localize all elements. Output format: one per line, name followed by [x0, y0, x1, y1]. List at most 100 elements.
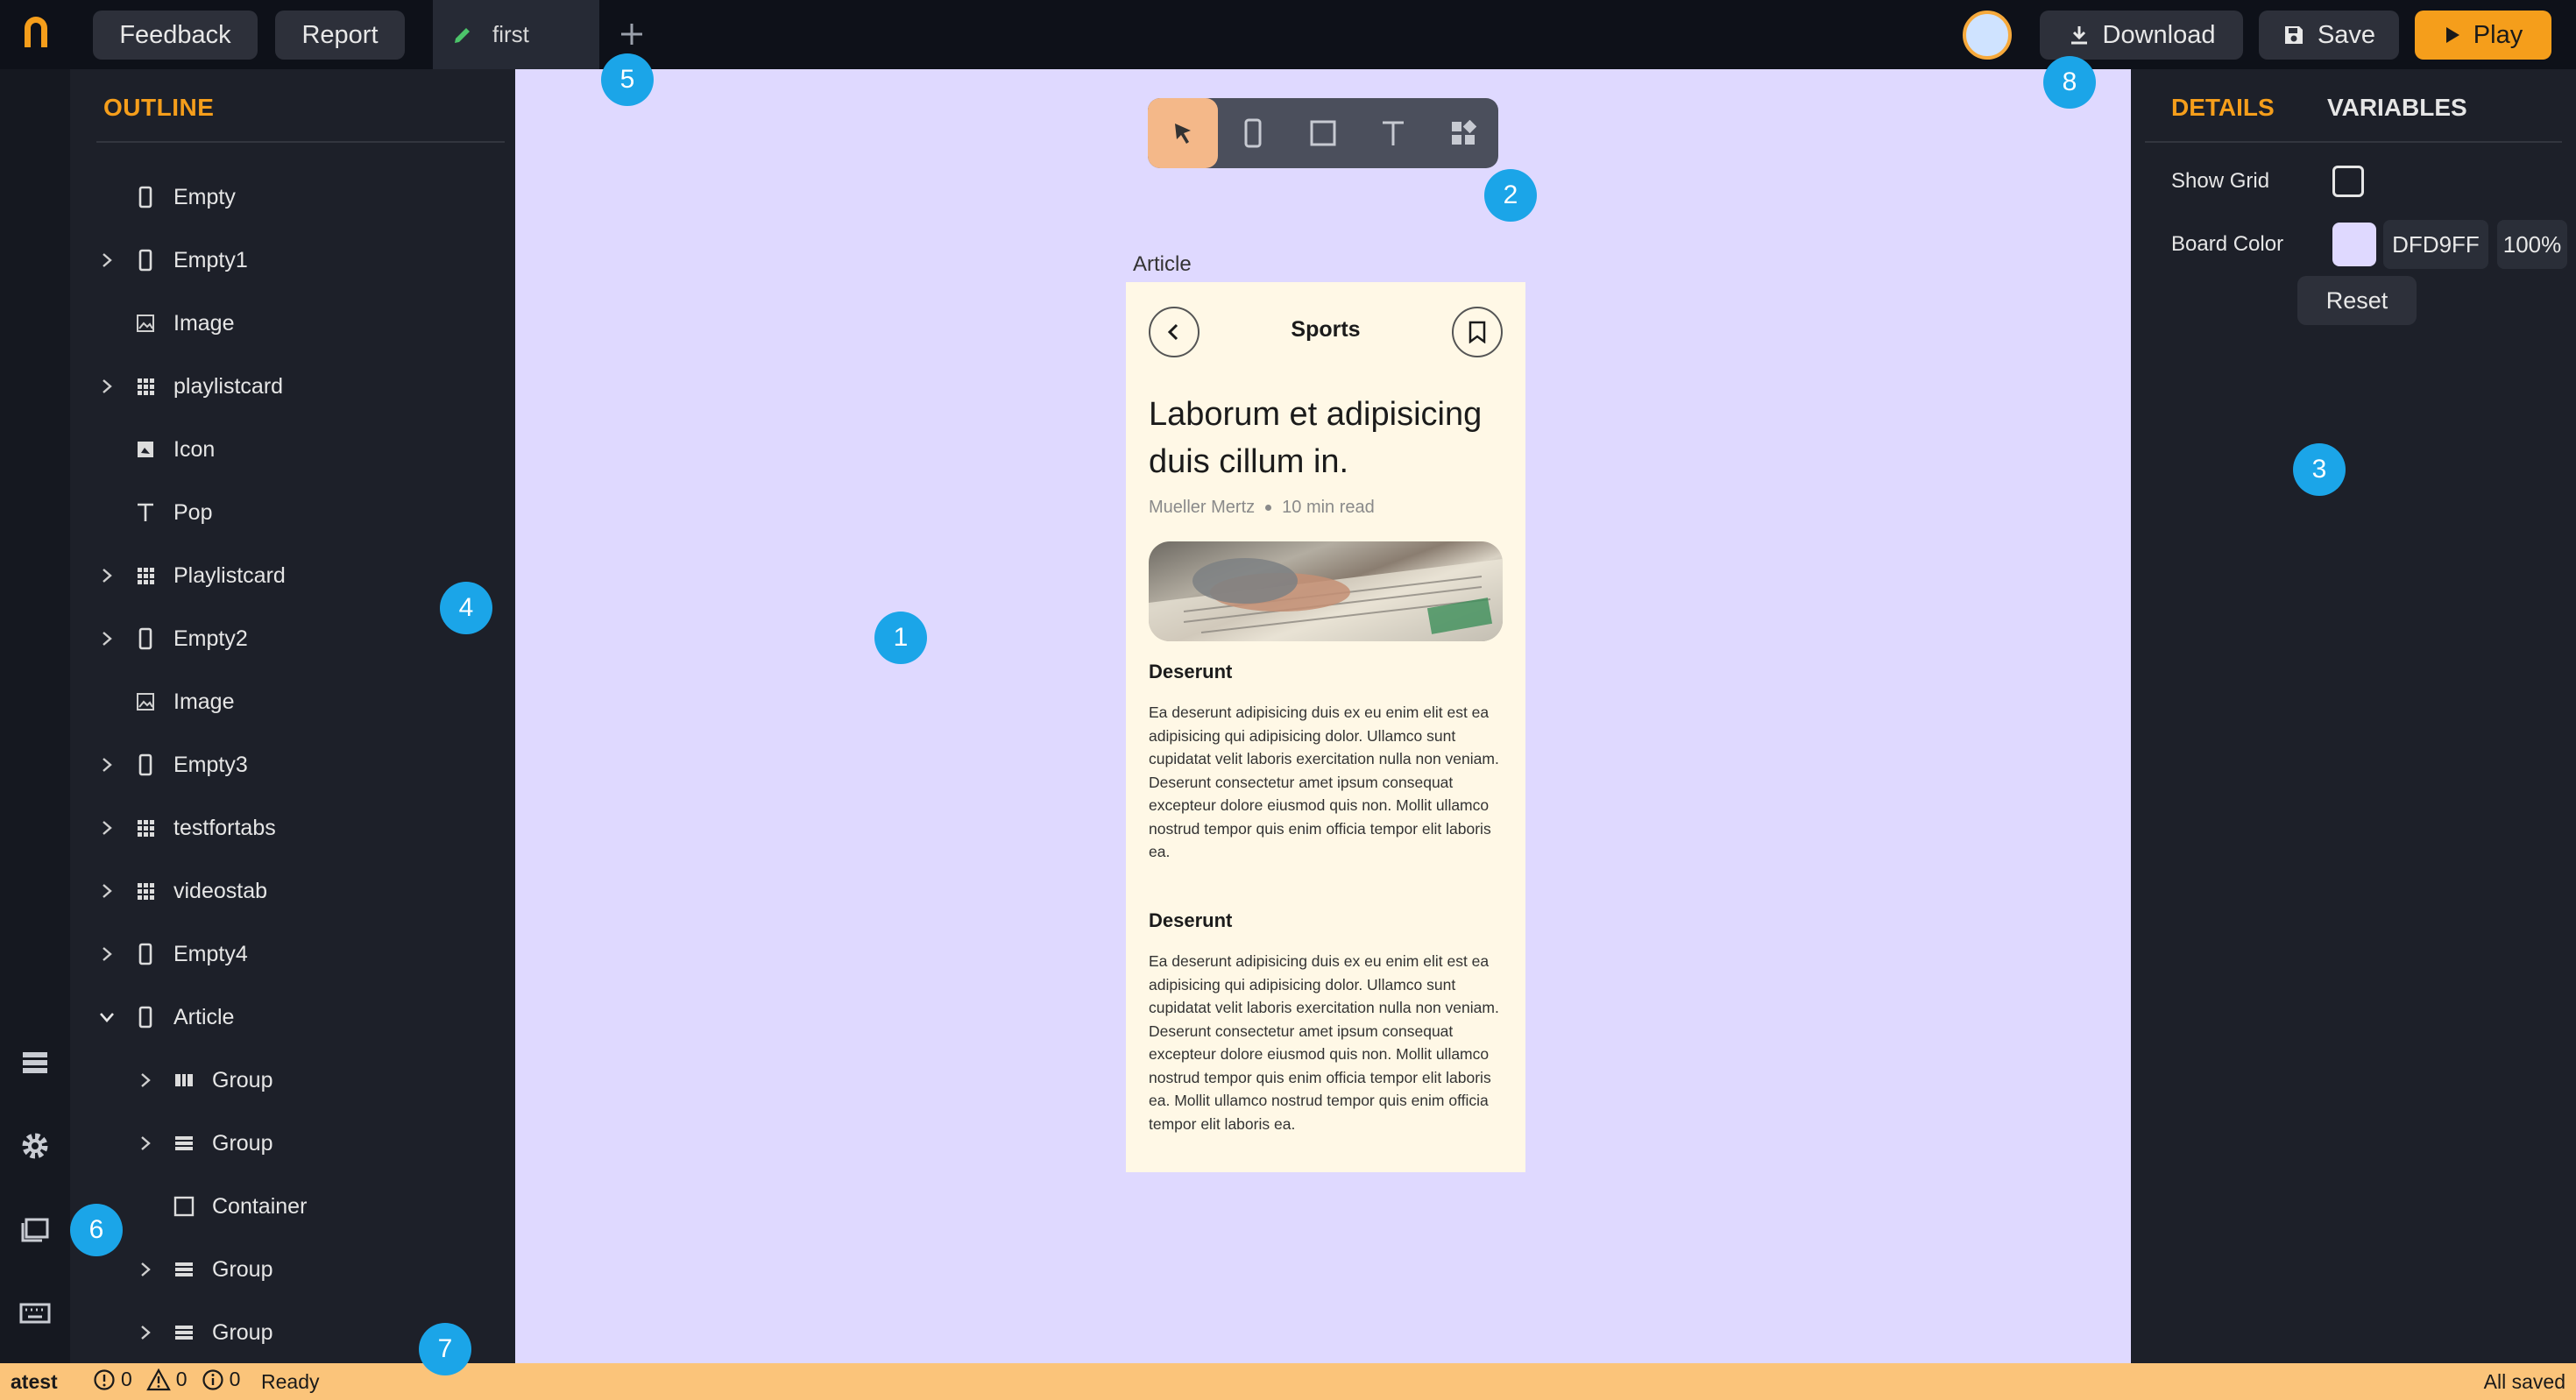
details-divider [2145, 141, 2562, 143]
rows-icon [165, 1301, 203, 1363]
tab-details[interactable]: DETAILS [2171, 94, 2275, 122]
text-tool[interactable] [1358, 98, 1428, 168]
play-button[interactable]: Play [2415, 11, 2551, 60]
marker-3: 3 [2293, 443, 2346, 496]
chevron-right-icon[interactable] [126, 1301, 165, 1363]
marker-6: 6 [70, 1204, 123, 1256]
warning-icon [145, 1368, 171, 1390]
outline-item-icon[interactable]: Icon [88, 418, 215, 481]
newspapers-photo [1149, 558, 1503, 641]
phone-tool[interactable] [1218, 98, 1288, 168]
gear-icon[interactable] [18, 1128, 53, 1163]
outline-item-label: Empty4 [173, 941, 248, 966]
chevron-right-icon[interactable] [126, 1049, 165, 1112]
chevron-right-icon[interactable] [88, 859, 126, 923]
select-tool[interactable] [1148, 98, 1218, 168]
error-icon [94, 1368, 115, 1390]
save-button[interactable]: Save [2259, 11, 2399, 60]
article-artboard[interactable]: Sports Laborum et adipisicing duis cillu… [1126, 282, 1525, 1172]
bookmark-button[interactable] [1452, 307, 1503, 357]
app-logo-icon[interactable] [18, 14, 54, 51]
chevron-right-icon[interactable] [88, 544, 126, 607]
outline-item-image[interactable]: Image [88, 670, 234, 733]
layers-icon[interactable] [18, 1045, 53, 1080]
reset-button[interactable]: Reset [2297, 276, 2417, 325]
chevron-placeholder [88, 166, 126, 229]
tab-first[interactable]: first [433, 0, 599, 69]
chevron-right-icon[interactable] [88, 607, 126, 670]
cursor-icon [1175, 124, 1191, 144]
outline-item-playlistcard[interactable]: Playlistcard [88, 544, 286, 607]
outline-item-empty1[interactable]: Empty1 [88, 229, 248, 292]
article-read-time: 10 min read [1282, 498, 1375, 517]
chevron-right-icon[interactable] [88, 229, 126, 292]
outline-item-image[interactable]: Image [88, 292, 234, 355]
image-icon [126, 292, 165, 355]
warning-count: 0 [175, 1368, 188, 1390]
keyboard-icon[interactable] [18, 1296, 53, 1331]
outline-item-empty[interactable]: Empty [88, 166, 236, 229]
chevron-right-icon[interactable] [88, 355, 126, 418]
chevron-down-icon[interactable] [88, 986, 126, 1049]
board-color-hex-field[interactable]: DFD9FF [2383, 220, 2488, 269]
outline-divider [96, 141, 505, 143]
problem-counts[interactable]: 0 0 0 [93, 1368, 249, 1391]
tab-variables[interactable]: VARIABLES [2327, 94, 2467, 122]
rows-icon [165, 1112, 203, 1175]
canvas-toolbar [1148, 98, 1498, 168]
outline-item-label: Icon [173, 436, 216, 462]
chevron-placeholder [88, 481, 126, 544]
chevron-right-icon[interactable] [126, 1238, 165, 1301]
details-panel: DETAILS VARIABLES Show Grid Board Color … [2131, 69, 2576, 1363]
outline-item-label: Container [212, 1193, 308, 1219]
widgets-tool[interactable] [1428, 98, 1498, 168]
article-title: Laborum et adipisicing duis cillum in. [1149, 396, 1483, 480]
marker-5: 5 [601, 53, 654, 106]
chevron-right-icon[interactable] [126, 1112, 165, 1175]
marker-7: 7 [419, 1323, 471, 1375]
phone-icon [126, 166, 165, 229]
marker-2: 2 [1484, 169, 1537, 222]
phone-icon [1244, 118, 1262, 148]
section-heading-1: Deserunt [1149, 661, 1233, 682]
outline-item-empty4[interactable]: Empty4 [88, 923, 248, 986]
article-image [1149, 541, 1503, 641]
phone-icon [126, 986, 165, 1049]
outline-item-group[interactable]: Group [126, 1049, 272, 1112]
chevron-right-icon[interactable] [88, 733, 126, 796]
outline-item-container[interactable]: Container [126, 1175, 307, 1238]
outline-item-testfortabs[interactable]: testfortabs [88, 796, 276, 859]
save-label: Save [2317, 20, 2376, 49]
outline-item-group[interactable]: Group [126, 1238, 272, 1301]
board-color-opacity-field[interactable]: 100% [2497, 220, 2567, 269]
chevron-placeholder [88, 670, 126, 733]
outline-item-empty2[interactable]: Empty2 [88, 607, 248, 670]
outline-item-article[interactable]: Article [88, 986, 234, 1049]
outline-item-label: Playlistcard [173, 562, 286, 588]
status-bar: atest 0 0 0 Ready All saved [0, 1363, 2576, 1400]
chevron-right-icon[interactable] [88, 796, 126, 859]
section-body-1: Ea deserunt adipisicing duis ex eu enim … [1149, 704, 1499, 860]
outline-item-label: Empty1 [173, 247, 248, 272]
chevron-right-icon[interactable] [88, 923, 126, 986]
folders-icon[interactable] [18, 1213, 53, 1248]
play-icon [2445, 27, 2459, 43]
container-tool[interactable] [1288, 98, 1358, 168]
feedback-button[interactable]: Feedback [93, 11, 258, 60]
board-color-swatch[interactable] [2332, 223, 2376, 266]
outline-item-pop[interactable]: Pop [88, 481, 212, 544]
show-grid-checkbox[interactable] [2332, 166, 2364, 197]
outline-item-videostab[interactable]: videostab [88, 859, 267, 923]
outline-item-group[interactable]: Group [126, 1112, 272, 1175]
status-text: Ready [261, 1370, 320, 1393]
report-button[interactable]: Report [275, 11, 405, 60]
download-button[interactable]: Download [2040, 11, 2243, 60]
grid-icon [126, 355, 165, 418]
user-avatar[interactable] [1963, 11, 2012, 60]
add-tab-button[interactable] [613, 16, 650, 53]
outline-item-label: Group [212, 1130, 273, 1156]
outline-item-group[interactable]: Group [126, 1301, 272, 1363]
outline-item-playlistcard[interactable]: playlistcard [88, 355, 283, 418]
phone-icon [126, 923, 165, 986]
outline-item-empty3[interactable]: Empty3 [88, 733, 248, 796]
